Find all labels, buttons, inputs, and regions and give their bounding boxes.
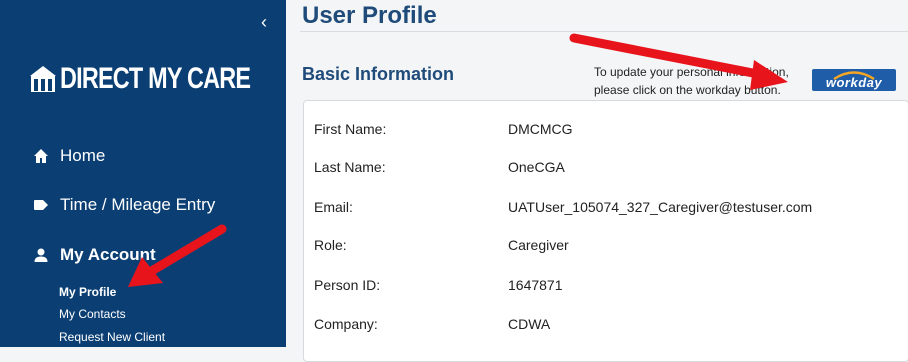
sub-item-request-new-client[interactable]: Request New Client [59, 330, 165, 344]
sidebar: ‹ DIRECT MY CARE Home Time / Mileage Ent… [0, 0, 286, 347]
section-title: Basic Information [302, 64, 455, 84]
collapse-sidebar-icon[interactable]: ‹ [256, 12, 272, 32]
field-label: First Name: [314, 121, 387, 137]
nav-label-time-mileage: Time / Mileage Entry [60, 195, 216, 214]
workday-button[interactable]: workday [812, 69, 896, 91]
page-title: User Profile [302, 2, 437, 29]
field-value: CDWA [508, 316, 551, 332]
brand-name: DIRECT MY CARE [60, 62, 251, 95]
field-label: Email: [314, 199, 353, 215]
nav-label-my-account: My Account [60, 245, 156, 264]
field-value: Caregiver [508, 237, 569, 253]
nav-item-time-mileage[interactable]: Time / Mileage Entry [32, 195, 215, 215]
field-label: Last Name: [314, 159, 386, 175]
field-value: UATUser_105074_327_Caregiver@testuser.co… [508, 199, 813, 215]
field-value: OneCGA [508, 159, 565, 175]
brand-logo[interactable]: DIRECT MY CARE [28, 62, 304, 96]
update-note: To update your personal information, ple… [594, 65, 789, 97]
field-value: 1647871 [508, 277, 563, 293]
house-logo-icon [30, 66, 56, 92]
sub-item-my-profile[interactable]: My Profile [59, 285, 116, 299]
title-divider [300, 31, 908, 32]
sub-item-my-contacts[interactable]: My Contacts [59, 307, 126, 321]
field-label: Person ID: [314, 277, 381, 293]
user-icon [32, 246, 50, 264]
field-label: Role: [314, 237, 347, 253]
nav-item-home[interactable]: Home [32, 146, 105, 166]
field-value: DMCMCG [508, 121, 573, 137]
nav-label-home: Home [60, 146, 106, 165]
tag-icon [32, 196, 50, 214]
workday-button-label: workday [825, 74, 883, 90]
nav-item-my-account[interactable]: My Account [32, 245, 156, 265]
field-label: Company: [314, 316, 378, 332]
home-icon [32, 147, 50, 165]
